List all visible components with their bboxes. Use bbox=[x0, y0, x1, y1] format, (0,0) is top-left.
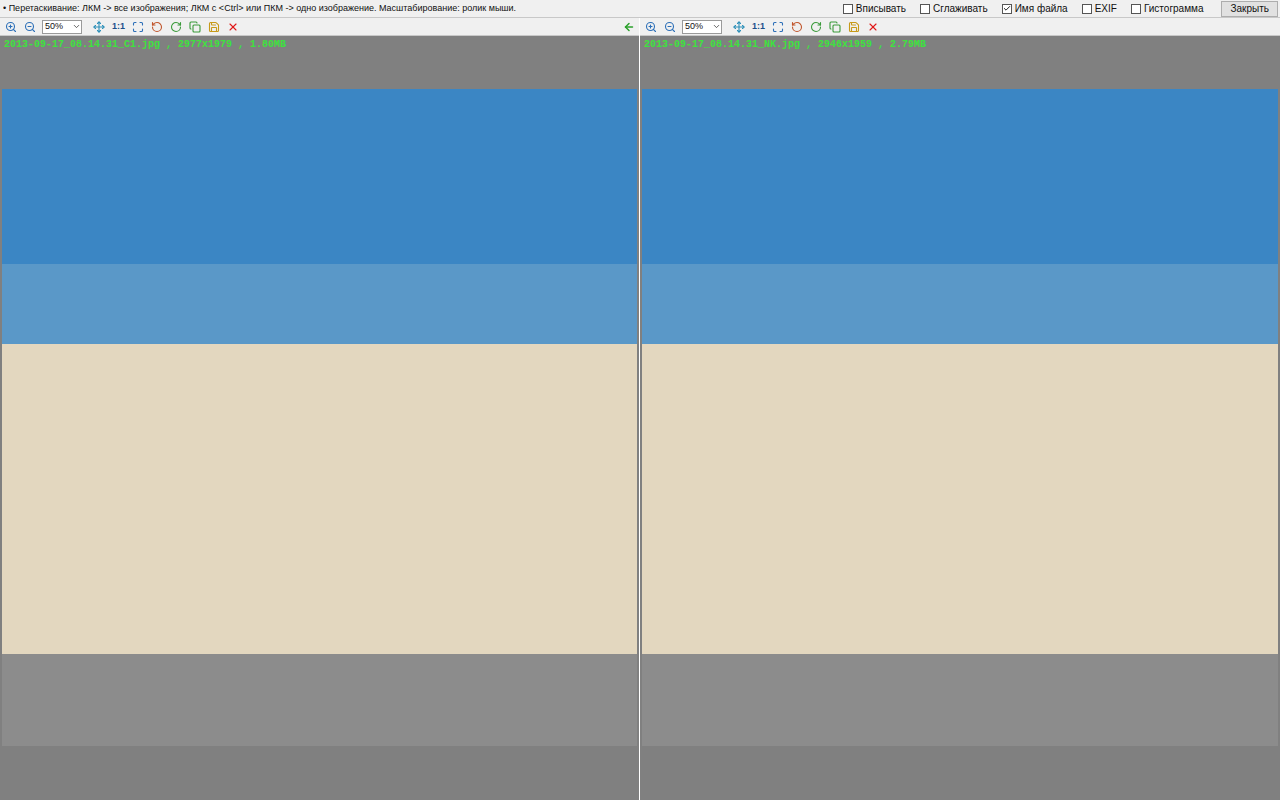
close-button[interactable] bbox=[224, 19, 242, 35]
checkbox-box[interactable] bbox=[1002, 4, 1012, 14]
close-icon bbox=[867, 21, 879, 33]
option-label: Гистограмма bbox=[1144, 1, 1204, 16]
zoom-select[interactable]: 50% bbox=[42, 20, 82, 34]
rotate-right-icon bbox=[170, 21, 182, 33]
photo bbox=[2, 89, 637, 746]
rotate-right-icon bbox=[810, 21, 822, 33]
pan-icon bbox=[93, 21, 105, 33]
panels: 50% 1:1 2013-09-17_08.14.31_C1.jpg , 2977x… bbox=[0, 18, 1280, 800]
checkbox-box[interactable] bbox=[843, 4, 853, 14]
zoom-in-icon bbox=[5, 21, 17, 33]
file-label: 2013-09-17_08.14.31_NK.jpg , 2946x1959 ,… bbox=[642, 39, 1278, 51]
zoom-out-icon bbox=[24, 21, 36, 33]
zoom-in-icon bbox=[645, 21, 657, 33]
close-icon bbox=[227, 21, 239, 33]
panel-toolbar: 50% 1:1 bbox=[640, 18, 1280, 36]
hint-text: • Перетаскивание: ЛКМ -> все изображения… bbox=[3, 2, 829, 16]
save-icon bbox=[848, 21, 860, 33]
fit-icon bbox=[132, 21, 144, 33]
image-panel: 50% 1:1 2013-09-17_08.14.31_NK.jpg , 2946x… bbox=[640, 18, 1280, 800]
pan-icon bbox=[733, 21, 745, 33]
rotate-right-button[interactable] bbox=[167, 19, 185, 35]
checkbox-box[interactable] bbox=[1131, 4, 1141, 14]
copy-button[interactable] bbox=[826, 19, 844, 35]
option-checkbox[interactable]: Сглаживать bbox=[920, 1, 988, 16]
actual-size-button[interactable]: 1:1 bbox=[749, 20, 768, 34]
actual-size-button[interactable]: 1:1 bbox=[109, 20, 128, 34]
fit-button[interactable] bbox=[129, 19, 147, 35]
compare-window: • Перетаскивание: ЛКМ -> все изображения… bbox=[0, 0, 1280, 800]
image-area[interactable]: 2013-09-17_08.14.31_NK.jpg , 2946x1959 ,… bbox=[640, 36, 1280, 800]
option-label: EXIF bbox=[1095, 1, 1117, 16]
zoom-value: 50% bbox=[685, 22, 703, 31]
pan-button[interactable] bbox=[90, 19, 108, 35]
sync-arrow-icon[interactable] bbox=[623, 21, 635, 33]
close-button[interactable] bbox=[864, 19, 882, 35]
image-area[interactable]: 2013-09-17_08.14.31_C1.jpg , 2977x1979 ,… bbox=[0, 36, 639, 800]
option-checkbox[interactable]: Вписывать bbox=[843, 1, 906, 16]
check-icon bbox=[1003, 4, 1011, 13]
top-bar: • Перетаскивание: ЛКМ -> все изображения… bbox=[0, 0, 1280, 18]
option-label: Имя файла bbox=[1015, 1, 1068, 16]
option-label: Сглаживать bbox=[933, 1, 988, 16]
zoom-in-button[interactable] bbox=[2, 19, 20, 35]
rotate-left-button[interactable] bbox=[148, 19, 166, 35]
pan-button[interactable] bbox=[730, 19, 748, 35]
dropdown-icon bbox=[72, 22, 81, 31]
fit-button[interactable] bbox=[769, 19, 787, 35]
zoom-in-button[interactable] bbox=[642, 19, 660, 35]
copy-button[interactable] bbox=[186, 19, 204, 35]
option-checkbox[interactable]: Имя файла bbox=[1002, 1, 1068, 16]
zoom-out-icon bbox=[664, 21, 676, 33]
save-icon bbox=[208, 21, 220, 33]
panel-toolbar: 50% 1:1 bbox=[0, 18, 639, 36]
copy-icon bbox=[189, 21, 201, 33]
zoom-value: 50% bbox=[45, 22, 63, 31]
file-label: 2013-09-17_08.14.31_C1.jpg , 2977x1979 ,… bbox=[2, 39, 637, 51]
fit-icon bbox=[772, 21, 784, 33]
rotate-left-icon bbox=[791, 21, 803, 33]
zoom-out-button[interactable] bbox=[661, 19, 679, 35]
rotate-left-icon bbox=[151, 21, 163, 33]
image-panel: 50% 1:1 2013-09-17_08.14.31_C1.jpg , 2977x… bbox=[0, 18, 640, 800]
checkbox-box[interactable] bbox=[920, 4, 930, 14]
rotate-left-button[interactable] bbox=[788, 19, 806, 35]
save-button[interactable] bbox=[845, 19, 863, 35]
option-label: Вписывать bbox=[856, 1, 906, 16]
dropdown-icon bbox=[712, 22, 721, 31]
checkbox-box[interactable] bbox=[1082, 4, 1092, 14]
rotate-right-button[interactable] bbox=[807, 19, 825, 35]
option-checkbox[interactable]: Гистограмма bbox=[1131, 1, 1204, 16]
zoom-out-button[interactable] bbox=[21, 19, 39, 35]
photo bbox=[642, 89, 1278, 746]
option-checkbox[interactable]: EXIF bbox=[1082, 1, 1117, 16]
copy-icon bbox=[829, 21, 841, 33]
save-button[interactable] bbox=[205, 19, 223, 35]
close-button[interactable]: Закрыть bbox=[1221, 1, 1278, 17]
zoom-select[interactable]: 50% bbox=[682, 20, 722, 34]
